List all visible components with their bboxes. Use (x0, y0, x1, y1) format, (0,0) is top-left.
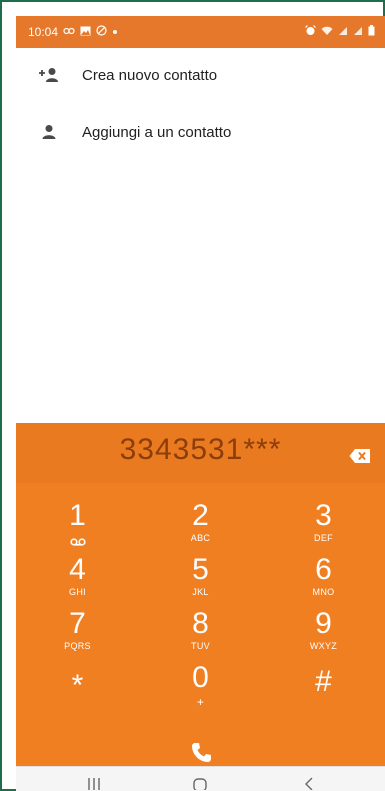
person-icon (38, 121, 60, 143)
dot-icon (112, 27, 118, 38)
key-digit: 0 (192, 661, 209, 694)
key-4[interactable]: 4 GHI (16, 555, 139, 609)
image-icon (80, 26, 91, 39)
call-icon[interactable] (190, 741, 212, 763)
key-hash[interactable]: # (262, 663, 385, 717)
create-new-contact-label: Crea nuovo contatto (82, 66, 218, 84)
add-person-icon (38, 64, 60, 86)
signal-icon (353, 26, 363, 39)
status-time: 10:04 (28, 25, 59, 39)
key-letters: JKL (192, 587, 209, 597)
key-digit: 7 (69, 607, 86, 640)
key-digit: 1 (69, 499, 86, 532)
key-digit: 4 (69, 553, 86, 586)
dialed-number[interactable]: 3343531*** (16, 433, 385, 467)
key-letters: WXYZ (309, 641, 338, 651)
add-to-contact-label: Aggiungi a un contatto (82, 123, 232, 141)
key-digit: 8 (192, 607, 209, 640)
home-icon[interactable] (192, 775, 208, 791)
key-7[interactable]: 7 PQRS (16, 609, 139, 663)
backspace-icon[interactable] (349, 448, 371, 464)
key-5[interactable]: 5 JKL (139, 555, 262, 609)
dialpad-keys: 1 2 ABC 3 DEF 4 GHI 5 JKL 6 MNO 7 PQRS 8… (16, 501, 385, 717)
key-1[interactable]: 1 (16, 501, 139, 555)
key-digit: 9 (315, 607, 332, 640)
key-letters: GHI (69, 587, 86, 597)
wifi-icon (321, 26, 333, 39)
key-letters: TUV (191, 641, 210, 651)
key-6[interactable]: 6 MNO (262, 555, 385, 609)
key-3[interactable]: 3 DEF (262, 501, 385, 555)
key-8[interactable]: 8 TUV (139, 609, 262, 663)
key-digit: * (71, 669, 84, 702)
navigation-bar (16, 766, 385, 791)
key-digit: 6 (315, 553, 332, 586)
key-star[interactable]: * (16, 663, 139, 717)
signal-icon (338, 26, 348, 39)
do-not-disturb-icon (96, 25, 107, 39)
dialpad: 3343531*** 1 2 ABC 3 DEF 4 GHI 5 JKL 6 M… (16, 423, 385, 766)
key-digit: 5 (192, 553, 209, 586)
recent-apps-icon[interactable] (86, 775, 102, 791)
key-9[interactable]: 9 WXYZ (262, 609, 385, 663)
battery-icon (368, 25, 375, 39)
link-icon (63, 26, 75, 39)
back-icon[interactable] (302, 775, 316, 791)
number-display-row: 3343531*** (16, 423, 385, 483)
key-letters: MNO (312, 587, 335, 597)
key-letters: DEF (314, 533, 333, 543)
status-bar: 10:04 (16, 16, 385, 48)
key-digit: # (315, 665, 332, 698)
alarm-icon (305, 25, 316, 39)
create-new-contact-item[interactable]: Crea nuovo contatto (16, 48, 385, 102)
add-to-contact-item[interactable]: Aggiungi a un contatto (16, 105, 385, 159)
key-2[interactable]: 2 ABC (139, 501, 262, 555)
key-digit: 3 (315, 499, 332, 532)
voicemail-icon (69, 533, 86, 551)
key-letters: PQRS (64, 641, 91, 651)
key-0[interactable]: 0 + (139, 663, 262, 717)
key-letters: ABC (190, 533, 211, 543)
key-letters: + (196, 695, 205, 709)
key-digit: 2 (192, 499, 209, 532)
phone-screen: 10:04 Crea nuovo contatto Aggiungi a un … (16, 16, 385, 791)
